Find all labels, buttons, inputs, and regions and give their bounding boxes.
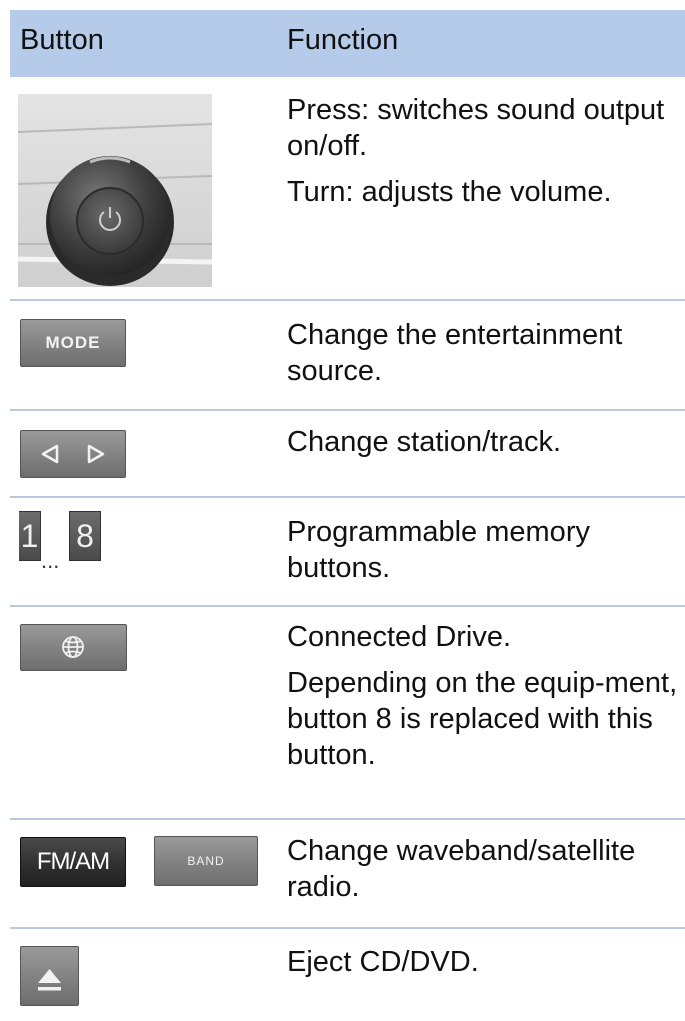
header-function-label: Function <box>287 24 399 56</box>
function-line: Change the entertainment source. <box>287 319 623 387</box>
mode-button-icon: MODE <box>20 319 126 367</box>
function-line: Press: switches sound output on/off. <box>287 94 665 162</box>
function-line: Turn: adjusts the volume. <box>287 176 612 208</box>
table-row-eject: Eject CD/DVD. <box>10 929 685 1021</box>
function-line: Connected Drive. <box>287 621 512 653</box>
table-row-waveband: FM/AM BAND Change waveband/satellite rad… <box>10 820 685 929</box>
function-text-mode: Change the entertainment source. <box>287 317 682 389</box>
eject-icon <box>20 946 79 1006</box>
function-text-memory: Programmable memory buttons. <box>287 514 682 586</box>
function-text-eject: Eject CD/DVD. <box>287 944 682 980</box>
table-row-mode: MODE Change the entertainment source. <box>10 301 685 411</box>
function-line: Depending on the equip-ment, button 8 is… <box>287 667 678 771</box>
fm-am-button-icon: FM/AM <box>20 837 126 887</box>
memory-dots: ... <box>41 548 60 573</box>
band-button-icon: BAND <box>154 836 258 886</box>
table-header: Button Function <box>10 10 685 77</box>
function-text-arrows: Change station/track. <box>287 424 682 460</box>
function-text-waveband: Change waveband/satellite radio. <box>287 833 682 905</box>
function-line: Programmable memory buttons. <box>287 516 590 584</box>
function-text-volume: Press: switches sound output on/off. Tur… <box>287 92 682 210</box>
function-line: Change waveband/satellite radio. <box>287 835 636 903</box>
table-row-volume: Press: switches sound output on/off. Tur… <box>10 77 685 301</box>
memory-button-1-icon: 1 <box>19 511 41 561</box>
function-text-connected-drive: Connected Drive. Depending on the equip-… <box>287 619 682 773</box>
arrow-buttons-icon <box>20 430 126 478</box>
table-row-memory: 1 ... 8 Programmable memory buttons. <box>10 498 685 607</box>
function-line: Change station/track. <box>287 426 562 458</box>
volume-knob-icon <box>17 94 213 292</box>
memory-button-8-icon: 8 <box>69 511 101 561</box>
header-button-label: Button <box>20 24 104 56</box>
function-line: Eject CD/DVD. <box>287 946 479 978</box>
globe-button-icon <box>20 624 127 671</box>
table-row-arrows: Change station/track. <box>10 411 685 498</box>
table-row-connected-drive: Connected Drive. Depending on the equip-… <box>10 607 685 820</box>
